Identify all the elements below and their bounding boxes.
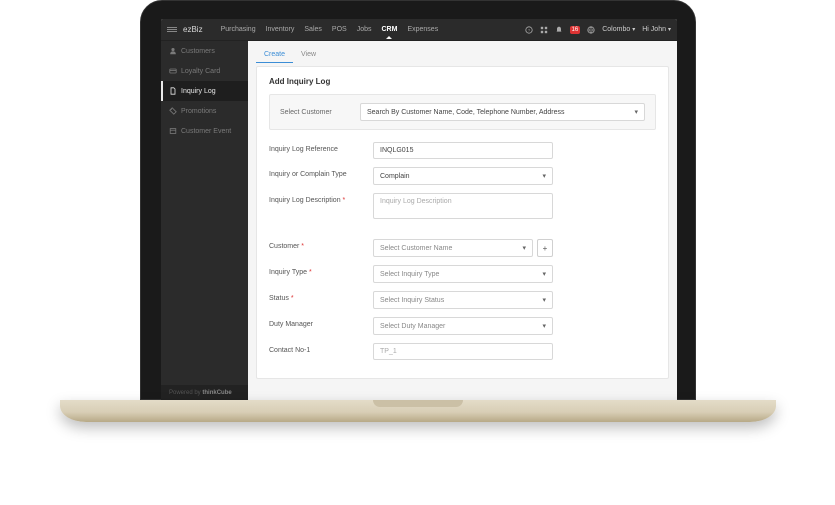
grid-icon[interactable]	[540, 26, 548, 34]
sidebar-item-customer-event[interactable]: Customer Event	[161, 121, 248, 141]
nav-item-purchasing[interactable]: Purchasing	[221, 26, 256, 33]
calendar-icon	[169, 127, 177, 135]
chevron-down-icon: ▾	[668, 26, 671, 33]
tab-create[interactable]: Create	[256, 47, 293, 63]
topbar-right: ? 16 Colombo▾ Hi John▾	[525, 26, 671, 34]
tabs: Create View	[248, 41, 677, 63]
field-label: Inquiry Log Description *	[269, 193, 373, 204]
location-selector[interactable]: Colombo▾	[602, 26, 635, 33]
footer: Powered by thinkCube	[161, 385, 248, 401]
sidebar-item-customers[interactable]: Customers	[161, 41, 248, 61]
field-inquiry-complain-type: Inquiry or Complain Type Complain▾	[269, 167, 656, 185]
select-customer-label: Select Customer	[280, 109, 360, 116]
field-inquiry-log-description: Inquiry Log Description *	[269, 193, 656, 221]
field-label: Status *	[269, 291, 373, 302]
field-label: Inquiry or Complain Type	[269, 167, 373, 178]
top-nav: Purchasing Inventory Sales POS Jobs CRM …	[221, 26, 439, 33]
field-status: Status * Select Inquiry Status▾	[269, 291, 656, 309]
user-icon	[169, 47, 177, 55]
notification-badge[interactable]: 16	[570, 26, 581, 34]
duty-manager-select[interactable]: Select Duty Manager▾	[373, 317, 553, 335]
globe-icon[interactable]	[587, 26, 595, 34]
sidebar-item-label: Loyalty Card	[181, 68, 220, 75]
sidebar-item-label: Customers	[181, 48, 215, 55]
chevron-down-icon: ▾	[542, 322, 546, 330]
chevron-down-icon: ▾	[632, 26, 635, 33]
sidebar-item-promotions[interactable]: Promotions	[161, 101, 248, 121]
menu-icon[interactable]	[167, 26, 177, 33]
inquiry-type-select[interactable]: Select Inquiry Type▾	[373, 265, 553, 283]
customer-select[interactable]: Select Customer Name▾	[373, 239, 533, 257]
laptop-notch	[373, 400, 463, 407]
field-label: Duty Manager	[269, 317, 373, 328]
nav-item-jobs[interactable]: Jobs	[357, 26, 372, 33]
nav-item-expenses[interactable]: Expenses	[407, 26, 438, 33]
brand-name: ezBiz	[183, 25, 203, 34]
select-customer-dropdown[interactable]: Search By Customer Name, Code, Telephone…	[360, 103, 645, 121]
inquiry-log-description-textarea[interactable]	[373, 193, 553, 219]
field-inquiry-log-reference: Inquiry Log Reference	[269, 142, 656, 159]
status-select[interactable]: Select Inquiry Status▾	[373, 291, 553, 309]
field-label: Inquiry Type *	[269, 265, 373, 276]
sidebar: Customers Loyalty Card Inquiry Log Promo…	[161, 41, 248, 401]
chevron-down-icon: ▾	[634, 108, 638, 116]
content-area: Create View Add Inquiry Log Select Custo…	[248, 41, 677, 401]
sidebar-item-inquiry-log[interactable]: Inquiry Log	[161, 81, 248, 101]
file-icon	[169, 87, 177, 95]
laptop-base	[60, 400, 776, 422]
nav-item-crm[interactable]: CRM	[382, 26, 398, 33]
tag-icon	[169, 107, 177, 115]
body-area: Customers Loyalty Card Inquiry Log Promo…	[161, 41, 677, 401]
nav-item-pos[interactable]: POS	[332, 26, 347, 33]
help-icon[interactable]: ?	[525, 26, 533, 34]
chevron-down-icon: ▾	[542, 296, 546, 304]
sidebar-item-loyalty-card[interactable]: Loyalty Card	[161, 61, 248, 81]
field-label: Customer *	[269, 239, 373, 250]
bell-icon[interactable]	[555, 26, 563, 34]
field-label: Inquiry Log Reference	[269, 142, 373, 153]
chevron-down-icon: ▾	[542, 270, 546, 278]
chevron-down-icon: ▾	[542, 172, 546, 180]
sidebar-item-label: Customer Event	[181, 128, 231, 135]
tab-view[interactable]: View	[293, 47, 324, 63]
sidebar-item-label: Inquiry Log	[181, 88, 216, 95]
field-duty-manager: Duty Manager Select Duty Manager▾	[269, 317, 656, 335]
form-panel: Add Inquiry Log Select Customer Search B…	[256, 66, 669, 379]
select-customer-box: Select Customer Search By Customer Name,…	[269, 94, 656, 130]
card-icon	[169, 67, 177, 75]
field-customer: Customer * Select Customer Name▾ +	[269, 239, 656, 257]
field-label: Contact No-1	[269, 343, 373, 354]
complain-type-select[interactable]: Complain▾	[373, 167, 553, 185]
laptop-frame: ezBiz Purchasing Inventory Sales POS Job…	[140, 0, 696, 400]
nav-item-sales[interactable]: Sales	[304, 26, 322, 33]
svg-text:?: ?	[527, 27, 530, 32]
inquiry-log-reference-input[interactable]	[373, 142, 553, 159]
sidebar-item-label: Promotions	[181, 108, 216, 115]
panel-title: Add Inquiry Log	[269, 77, 656, 86]
field-contact-1: Contact No-1	[269, 343, 656, 360]
contact-1-input[interactable]	[373, 343, 553, 360]
chevron-down-icon: ▾	[522, 244, 526, 252]
screen: ezBiz Purchasing Inventory Sales POS Job…	[161, 19, 677, 401]
field-inquiry-type: Inquiry Type * Select Inquiry Type▾	[269, 265, 656, 283]
add-customer-button[interactable]: +	[537, 239, 553, 257]
user-menu[interactable]: Hi John▾	[642, 26, 671, 33]
top-bar: ezBiz Purchasing Inventory Sales POS Job…	[161, 19, 677, 41]
select-customer-placeholder: Search By Customer Name, Code, Telephone…	[367, 109, 565, 116]
nav-item-inventory[interactable]: Inventory	[266, 26, 295, 33]
